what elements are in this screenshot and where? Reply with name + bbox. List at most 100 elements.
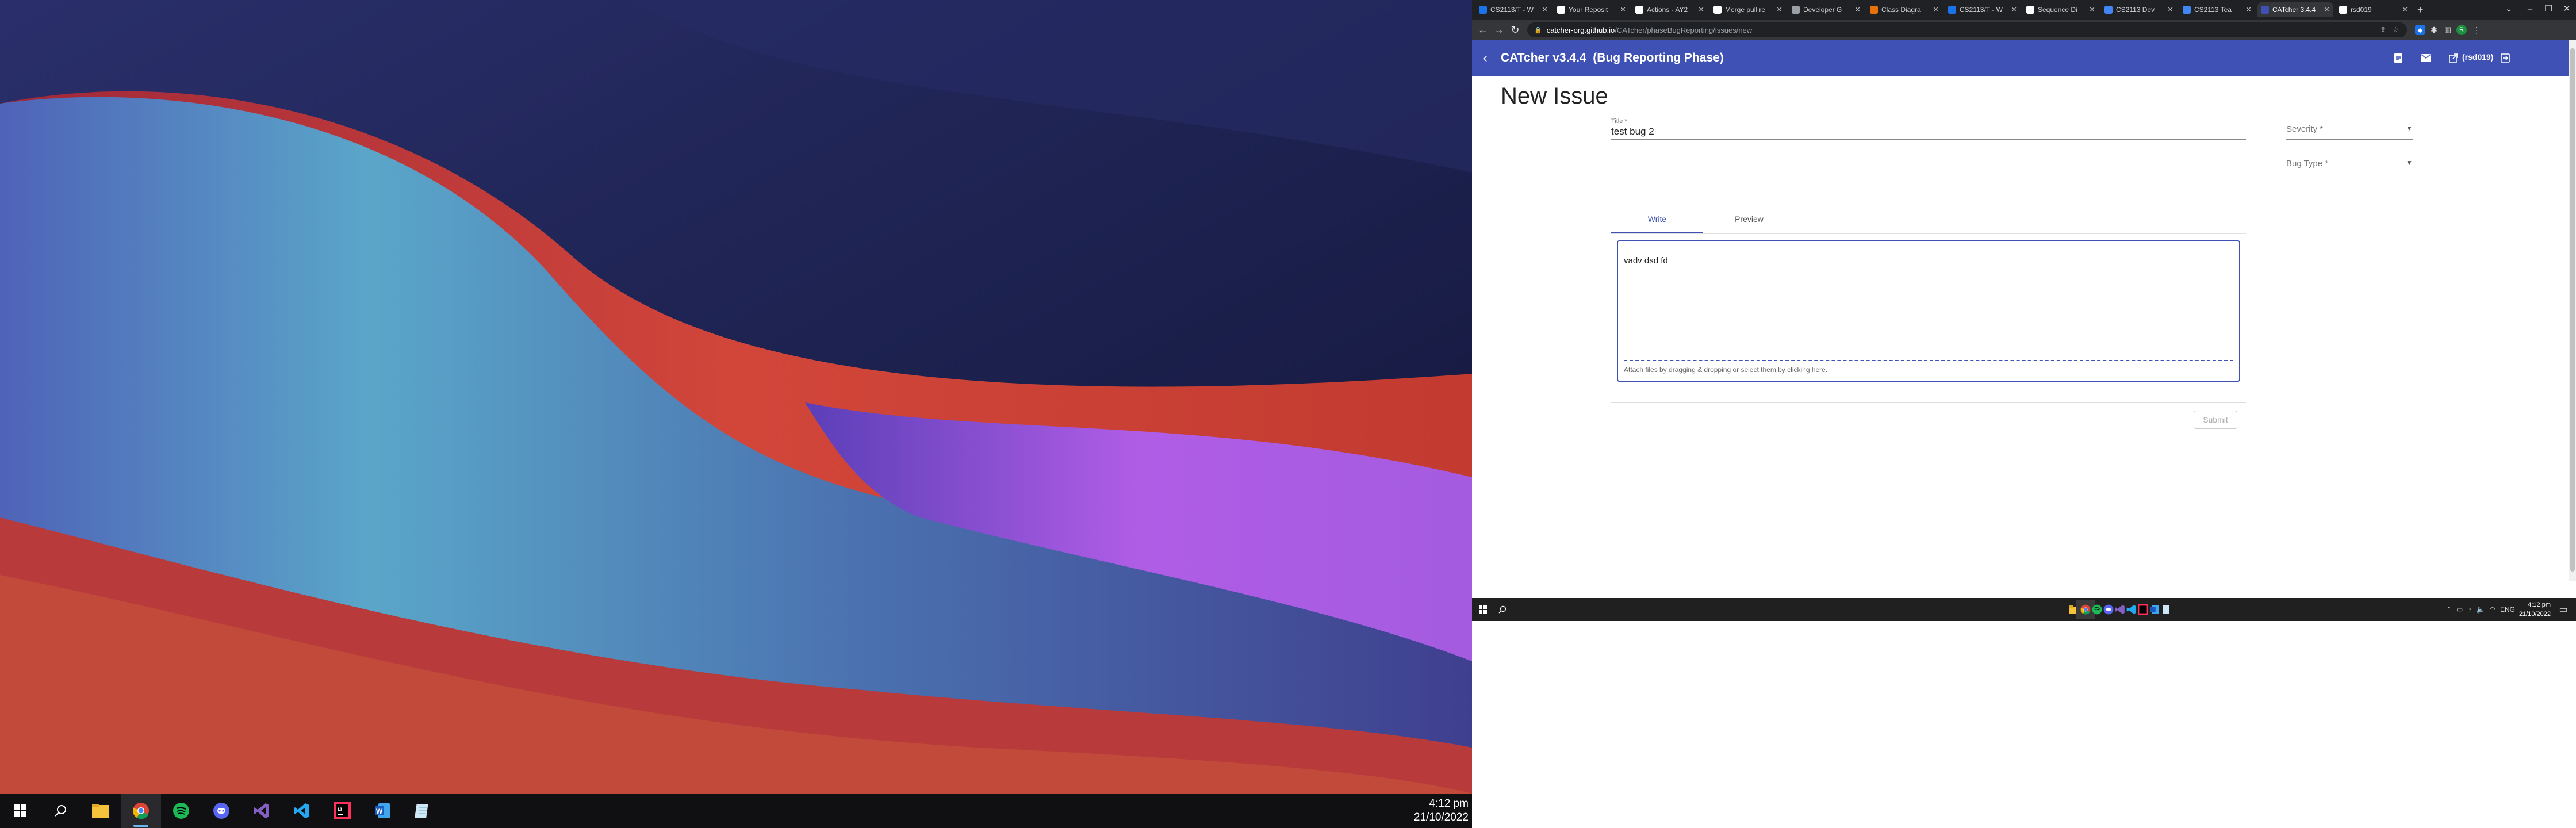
tab-close-icon[interactable]: ✕ (1620, 5, 1626, 14)
dropdown-arrow-icon: ▼ (2406, 159, 2413, 167)
tab-title: CS2113/T - W (1490, 6, 1534, 14)
address-bar[interactable]: 🔒 catcher-org.github.io/CATcher/phaseBug… (1527, 22, 2407, 37)
clock-time: 4:12 pm (1429, 798, 1469, 810)
notepad-icon[interactable] (402, 793, 443, 828)
logout-icon[interactable] (2498, 51, 2513, 66)
page-scrollbar[interactable] (2569, 40, 2576, 581)
description-tabs: Write Preview (1611, 205, 2246, 234)
volume-icon[interactable]: 🔈 (2477, 605, 2485, 614)
tab-close-icon[interactable]: ✕ (1776, 5, 1782, 14)
tab-close-icon[interactable]: ✕ (2011, 5, 2017, 14)
browser-tab[interactable]: Actions · AY2 ✕ (1632, 2, 1708, 17)
maximize-icon[interactable]: ❐ (2539, 0, 2558, 17)
browser-tab[interactable]: CS2113 Dev ✕ (2101, 2, 2177, 17)
mail-icon[interactable] (2418, 51, 2433, 66)
browser-tab[interactable]: Developer G ✕ (1788, 2, 1864, 17)
bug-type-label: Bug Type * (2286, 159, 2329, 168)
vscode-icon[interactable] (282, 793, 322, 828)
side-panel-icon[interactable]: ▥ (2443, 25, 2453, 35)
tab-favicon-icon (2339, 6, 2347, 14)
windows-start-icon[interactable] (1473, 600, 1493, 619)
severity-select[interactable]: Severity * ▼ (2286, 118, 2413, 141)
browser-tab-active[interactable]: CATcher 3.4.4 ✕ (2257, 2, 2333, 17)
network-icon[interactable]: ◔ (2467, 605, 2471, 614)
battery-icon[interactable]: ▭ (2456, 605, 2463, 614)
close-window-icon[interactable]: ✕ (2558, 0, 2576, 17)
chevron-down-icon[interactable]: ⌄ (2494, 0, 2523, 17)
windows-start-icon[interactable] (0, 793, 40, 828)
tab-close-icon[interactable]: ✕ (2245, 5, 2252, 14)
editor-divider (1611, 402, 2246, 403)
tab-title: CS2113/T - W (1960, 6, 2003, 14)
taskbar-clock[interactable]: 4:12 pm 21/10/2022 (1414, 797, 1469, 825)
browser-tab[interactable]: CS2113 Tea ✕ (2179, 2, 2255, 17)
extension-icon[interactable]: ◆ (2415, 25, 2425, 35)
intellij-icon[interactable]: IJ (322, 793, 362, 828)
tab-close-icon[interactable]: ✕ (1854, 5, 1861, 14)
tab-title: Merge pull re (1725, 6, 1766, 14)
title-input[interactable]: test bug 2 (1611, 126, 1654, 137)
browser-tab[interactable]: CS2113/T - W ✕ (1945, 2, 2021, 17)
tab-title: Sequence Di (2038, 6, 2077, 14)
tab-close-icon[interactable]: ✕ (2402, 5, 2408, 14)
back-arrow-icon[interactable]: ‹ (1477, 49, 1494, 67)
back-icon[interactable]: ← (1475, 22, 1490, 37)
attach-files-hint[interactable]: Attach files by dragging & dropping or s… (1624, 366, 1827, 374)
new-tab-button[interactable]: + (2414, 2, 2431, 17)
bookmark-star-icon[interactable]: ☆ (2392, 25, 2399, 34)
tab-close-icon[interactable]: ✕ (1698, 5, 1704, 14)
tab-close-icon[interactable]: ✕ (1542, 5, 1548, 14)
tab-close-icon[interactable]: ✕ (1933, 5, 1939, 14)
submit-button[interactable]: Submit (2194, 411, 2237, 429)
title-label: Title * (1611, 118, 1627, 125)
word-icon[interactable]: W (362, 793, 402, 828)
more-menu-icon[interactable]: ⋮ (2471, 25, 2482, 35)
bug-type-select[interactable]: Bug Type * ▼ (2286, 153, 2413, 176)
browser-tab[interactable]: Sequence Di ✕ (2023, 2, 2099, 17)
tab-write[interactable]: Write (1611, 205, 1703, 233)
notepad-icon[interactable] (2156, 600, 2176, 619)
empty-display-area (1472, 621, 2576, 828)
title-underline (1611, 139, 2246, 140)
chrome-icon[interactable] (121, 793, 161, 828)
scroll-thumb[interactable] (2570, 48, 2575, 572)
browser-tab[interactable]: Merge pull re ✕ (1710, 2, 1786, 17)
tab-close-icon[interactable]: ✕ (2089, 5, 2095, 14)
tab-title: CATcher 3.4.4 (2272, 6, 2316, 14)
spotify-icon[interactable] (161, 793, 201, 828)
puzzle-icon[interactable]: ✱ (2429, 25, 2439, 35)
minimize-icon[interactable]: – (2521, 0, 2539, 17)
browser-tab[interactable]: Class Diagra ✕ (1866, 2, 1942, 17)
reload-icon[interactable]: ↻ (1508, 22, 1523, 37)
page-title: New Issue (1501, 83, 1608, 109)
search-icon[interactable] (1493, 600, 1512, 619)
tab-close-icon[interactable]: ✕ (2324, 5, 2330, 14)
description-editor[interactable]: vadv dsd fd Attach files by dragging & d… (1617, 240, 2240, 382)
tab-close-icon[interactable]: ✕ (2167, 5, 2174, 14)
svg-text:IJ: IJ (338, 807, 342, 812)
user-name: (rsd019) (2462, 52, 2494, 62)
keyboard-language[interactable]: ENG (2500, 605, 2515, 614)
tab-favicon-icon (1557, 6, 1565, 14)
tab-preview[interactable]: Preview (1703, 205, 1795, 233)
search-icon[interactable] (40, 793, 80, 828)
visual-studio-icon[interactable] (241, 793, 282, 828)
browser-tab[interactable]: Your Reposit ✕ (1554, 2, 1630, 17)
share-icon[interactable]: ⇪ (2380, 25, 2386, 34)
browser-tab[interactable]: rsd019 ✕ (2336, 2, 2412, 17)
open-external-icon[interactable] (2446, 51, 2461, 66)
browser-tab[interactable]: CS2113/T - W ✕ (1475, 2, 1551, 17)
tab-favicon-icon (2261, 6, 2269, 14)
tab-title: Developer G (1803, 6, 1842, 14)
chevron-up-icon[interactable]: ⌃ (2446, 605, 2452, 614)
file-explorer-icon[interactable] (80, 793, 121, 828)
tab-favicon-icon (2183, 6, 2191, 14)
document-icon[interactable] (2391, 51, 2406, 66)
profile-avatar-icon[interactable]: R (2456, 25, 2467, 35)
forward-icon[interactable]: → (1492, 22, 1506, 37)
discord-icon[interactable] (201, 793, 241, 828)
tab-favicon-icon (1792, 6, 1800, 14)
wifi-icon[interactable]: ◠ (2490, 605, 2496, 614)
notifications-icon[interactable]: ▭ (2558, 604, 2569, 615)
taskbar-clock[interactable]: 4:12 pm 21/10/2022 (2519, 600, 2551, 619)
